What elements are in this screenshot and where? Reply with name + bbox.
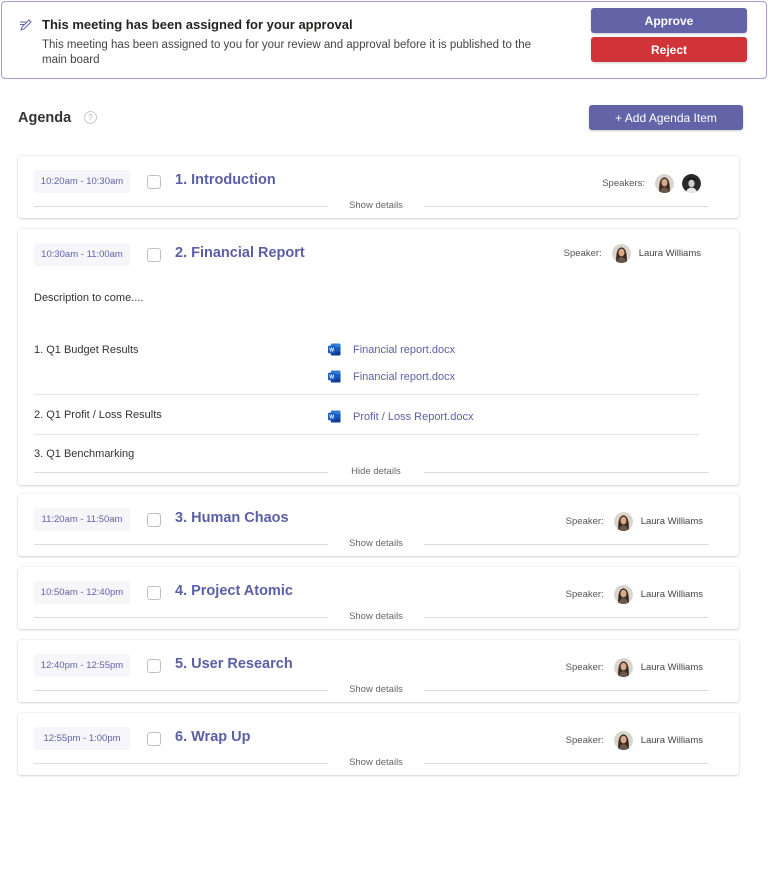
item-title[interactable]: 5. User Research: [175, 656, 293, 672]
avatar[interactable]: [612, 244, 631, 263]
item-title[interactable]: 1. Introduction: [175, 172, 276, 188]
show-details-toggle[interactable]: Show details: [34, 611, 709, 623]
banner-title: This meeting has been assigned for your …: [42, 17, 353, 32]
time-chip: 12:55pm - 1:00pm: [34, 727, 130, 750]
item-title[interactable]: 3. Human Chaos: [175, 510, 289, 526]
speaker-name: Laura Williams: [640, 661, 703, 673]
avatar[interactable]: [682, 174, 701, 193]
word-doc-icon: [328, 343, 341, 356]
divider: [424, 206, 709, 207]
banner-description: This meeting has been assigned to you fo…: [42, 39, 532, 66]
hide-details-link[interactable]: Hide details: [328, 466, 424, 477]
avatar[interactable]: [614, 512, 633, 531]
show-details-toggle[interactable]: Show details: [34, 684, 709, 696]
help-icon[interactable]: ?: [84, 111, 97, 124]
word-doc-icon: [328, 410, 341, 423]
approval-banner: This meeting has been assigned for your …: [1, 1, 767, 79]
agenda-item-financial-report: 10:30am - 11:00am 2. Financial Report Sp…: [18, 229, 739, 485]
divider: [34, 763, 328, 764]
speaker-label: Speakers:: [602, 177, 645, 189]
divider: [34, 617, 328, 618]
file-name[interactable]: Financial report.docx: [353, 371, 455, 383]
item-checkbox[interactable]: [147, 248, 161, 262]
speaker: Speaker: Laura Williams: [566, 583, 703, 605]
divider: [424, 763, 709, 764]
sub-item: 1. Q1 Budget Results: [34, 344, 139, 356]
sub-item: 2. Q1 Profit / Loss Results: [34, 409, 162, 421]
divider: [34, 434, 699, 435]
speakers: Speakers:: [602, 172, 701, 194]
divider: [34, 544, 328, 545]
divider: [424, 544, 709, 545]
approve-button[interactable]: Approve: [591, 8, 747, 33]
agenda-item-introduction: 10:20am - 10:30am 1. Introduction Speake…: [18, 156, 739, 218]
time-chip: 12:40pm - 12:55pm: [34, 654, 130, 677]
file-link[interactable]: Financial report.docx: [328, 343, 455, 356]
reject-button[interactable]: Reject: [591, 37, 747, 62]
time-chip: 10:50am - 12:40pm: [34, 581, 130, 604]
show-details-toggle[interactable]: Show details: [34, 200, 709, 212]
divider: [424, 472, 709, 473]
sub-item: 3. Q1 Benchmarking: [34, 448, 135, 460]
item-title[interactable]: 2. Financial Report: [175, 245, 305, 261]
speaker-label: Speaker:: [563, 247, 602, 259]
agenda-heading: Agenda: [18, 110, 72, 126]
time-chip: 10:20am - 10:30am: [34, 170, 130, 193]
speaker-name: Laura Williams: [638, 247, 701, 259]
item-checkbox[interactable]: [147, 659, 161, 673]
avatar[interactable]: [655, 174, 674, 193]
item-checkbox[interactable]: [147, 513, 161, 527]
speaker-name: Laura Williams: [640, 588, 703, 600]
speaker: Speaker: Laura Williams: [566, 510, 703, 532]
file-name[interactable]: Financial report.docx: [353, 344, 455, 356]
speaker: Speaker: Laura Williams: [566, 729, 703, 751]
show-details-link[interactable]: Show details: [328, 611, 424, 622]
show-details-toggle[interactable]: Show details: [34, 538, 709, 550]
agenda-item-user-research: 12:40pm - 12:55pm 5. User Research Speak…: [18, 640, 739, 702]
file-name[interactable]: Profit / Loss Report.docx: [353, 411, 473, 423]
item-checkbox[interactable]: [147, 175, 161, 189]
speaker-label: Speaker:: [565, 515, 604, 527]
file-link[interactable]: Profit / Loss Report.docx: [328, 410, 473, 423]
divider: [34, 394, 699, 395]
item-title[interactable]: 4. Project Atomic: [175, 583, 293, 599]
pen-icon: [20, 19, 32, 31]
speaker-label: Speaker:: [565, 588, 604, 600]
speaker: Speaker: Laura Williams: [566, 656, 703, 678]
speaker-label: Speaker:: [565, 734, 604, 746]
divider: [34, 206, 328, 207]
show-details-link[interactable]: Show details: [328, 538, 424, 549]
time-chip: 11:20am - 11:50am: [34, 508, 130, 531]
word-doc-icon: [328, 370, 341, 383]
add-agenda-item-button[interactable]: + Add Agenda Item: [589, 105, 743, 130]
show-details-link[interactable]: Show details: [328, 684, 424, 695]
divider: [34, 472, 328, 473]
speaker: Speaker: Laura Williams: [564, 242, 701, 264]
divider: [34, 690, 328, 691]
show-details-toggle[interactable]: Show details: [34, 757, 709, 769]
speaker-name: Laura Williams: [640, 734, 703, 746]
time-chip: 10:30am - 11:00am: [34, 243, 130, 266]
item-checkbox[interactable]: [147, 586, 161, 600]
file-link[interactable]: Financial report.docx: [328, 370, 455, 383]
avatar[interactable]: [614, 585, 633, 604]
show-details-link[interactable]: Show details: [328, 757, 424, 768]
item-title[interactable]: 6. Wrap Up: [175, 729, 250, 745]
hide-details-toggle[interactable]: Hide details: [34, 466, 709, 478]
avatar[interactable]: [614, 731, 633, 750]
speaker-label: Speaker:: [565, 661, 604, 673]
item-checkbox[interactable]: [147, 732, 161, 746]
item-description: Description to come....: [34, 292, 144, 304]
divider: [424, 690, 709, 691]
avatar[interactable]: [614, 658, 633, 677]
speaker-name: Laura Williams: [640, 515, 703, 527]
divider: [424, 617, 709, 618]
show-details-link[interactable]: Show details: [328, 200, 424, 211]
agenda-item-wrap-up: 12:55pm - 1:00pm 6. Wrap Up Speaker: Lau…: [18, 713, 739, 775]
agenda-item-project-atomic: 10:50am - 12:40pm 4. Project Atomic Spea…: [18, 567, 739, 629]
agenda-item-human-chaos: 11:20am - 11:50am 3. Human Chaos Speaker…: [18, 494, 739, 556]
